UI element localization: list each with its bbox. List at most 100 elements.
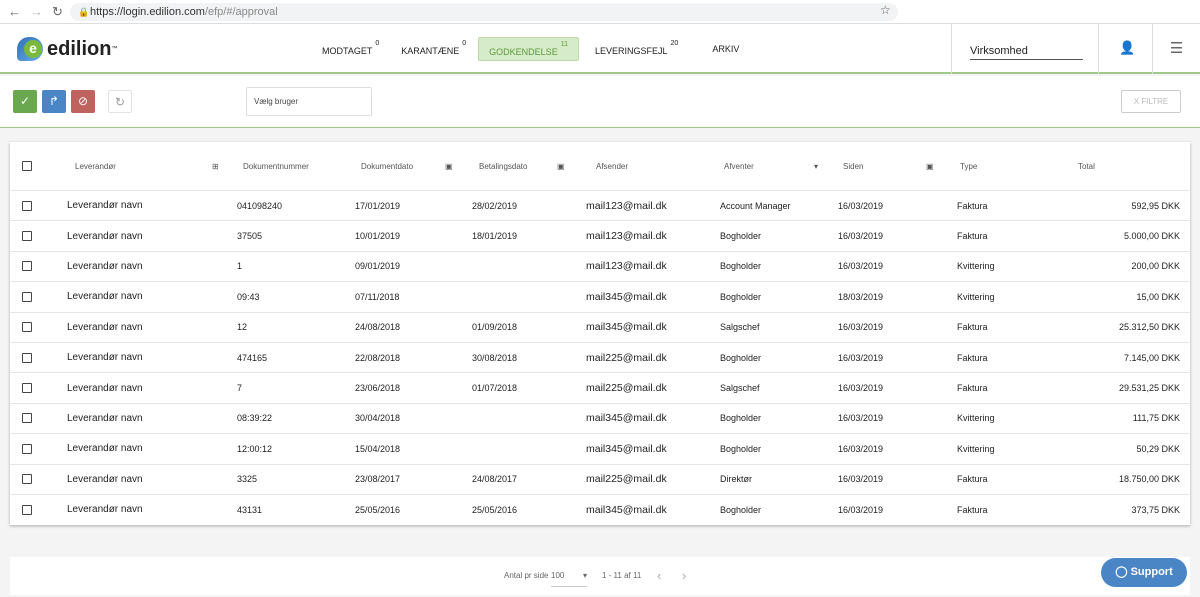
cell-bd: 01/07/2018 [472,383,518,394]
lock-icon: 🔒 [78,7,90,17]
cell-af: mail345@mail.dk [586,290,667,303]
row-checkbox[interactable] [22,261,32,272]
prev-page-icon[interactable]: ‹ [657,557,661,595]
company-select[interactable]: Virksomhed [951,24,1099,74]
col-dokumentdato[interactable]: Dokumentdato [361,142,413,190]
block-icon: ⊘ [77,94,89,108]
tab-leveringsfejl[interactable]: LEVERINGSFEJL20 [585,37,688,61]
row-checkbox[interactable] [22,383,32,394]
cell-bd: 30/08/2018 [472,352,518,363]
row-checkbox[interactable] [22,413,32,424]
table-row[interactable]: Leverandør navn 43131 25/05/2016 25/05/2016… [10,494,1190,524]
cell-to: 373,75 DKK [1131,504,1180,515]
cell-ty: Faktura [957,200,988,211]
select-all-checkbox[interactable] [22,161,32,171]
address-bar[interactable]: 🔒 https://login.edilion.com/efp/#/approva… [70,3,898,21]
table-row[interactable]: Leverandør navn 37505 10/01/2019 18/01/2019… [10,220,1190,250]
cell-af: mail345@mail.dk [586,503,667,516]
cell-dd: 07/11/2018 [355,291,400,302]
col-type[interactable]: Type [960,142,977,190]
calendar-icon[interactable]: ▣ [557,142,565,190]
cell-doc: 041098240 [237,200,283,211]
menu-icon[interactable]: ☰ [1152,24,1200,74]
back-icon[interactable]: ← [8,4,21,19]
row-checkbox[interactable] [22,443,32,454]
cell-ty: Faktura [957,504,988,515]
table-row[interactable]: Leverandør navn 12:00:12 15/04/2018 mail345… [10,433,1190,463]
cell-af: mail123@mail.dk [586,199,667,212]
col-dokumentnummer[interactable]: Dokumentnummer [243,142,309,190]
row-checkbox[interactable] [22,474,32,485]
table-row[interactable]: Leverandør navn 474165 22/08/2018 30/08/201… [10,342,1190,372]
next-page-icon[interactable]: › [682,557,686,595]
table-row[interactable]: Leverandør navn 08:39:22 30/04/2018 mail345… [10,402,1190,433]
cell-bd: 24/08/2017 [472,474,518,485]
cell-si: 18/03/2019 [838,291,884,302]
cell-to: 7.145,00 DKK [1123,352,1180,363]
bookmark-star-icon[interactable]: ☆ [880,3,891,17]
filter-icon[interactable]: ⊞ [212,142,219,190]
col-afventer[interactable]: Afventer [724,142,754,190]
row-checkbox[interactable] [22,200,32,211]
user-icon[interactable]: 👤 [1119,40,1135,56]
calendar-icon[interactable]: ▣ [926,142,934,190]
cell-doc: 474165 [237,352,268,363]
cell-doc: 12:00:12 [237,443,273,454]
tab-count: 20 [670,40,679,47]
cell-doc: 37505 [237,231,263,242]
table-row[interactable]: Leverandør navn 12 24/08/2018 01/09/2018 mai… [10,311,1190,342]
table-row[interactable]: Leverandør navn 3325 23/08/2017 24/08/2017 m… [10,463,1190,494]
cell-si: 16/03/2019 [838,261,884,272]
tab-modtaget[interactable]: MODTAGET0 [312,37,389,61]
tab-karantaene[interactable]: KARANTÆNE0 [391,37,476,61]
cell-si: 16/03/2019 [838,322,884,333]
cell-doc: 09:43 [237,291,260,302]
cell-si: 16/03/2019 [838,200,884,211]
cell-af: mail345@mail.dk [586,412,667,425]
cell-ty: Faktura [957,231,988,242]
reload-icon[interactable]: ↻ [52,4,63,20]
cell-doc: 1 [237,261,243,272]
cell-af: mail225@mail.dk [586,473,667,486]
logo[interactable]: e edilion ™ [17,37,117,61]
cell-dd: 24/08/2018 [355,322,401,333]
tab-godkendelse[interactable]: GODKENDELSE11 [478,37,579,61]
row-checkbox[interactable] [22,322,32,333]
col-total[interactable]: Total [1078,142,1095,190]
forward-icon[interactable]: → [30,4,43,19]
col-leverandor[interactable]: Leverandør [75,142,116,190]
cell-si: 16/03/2019 [838,413,884,424]
col-betalingsdato[interactable]: Betalingsdato [479,142,527,190]
row-checkbox[interactable] [22,504,32,515]
table-row[interactable]: Leverandør navn 7 23/06/2018 01/07/2018 mail… [10,372,1190,402]
cell-to: 50,29 DKK [1136,443,1180,454]
tab-arkiv[interactable]: ARKIV [702,37,749,61]
cell-dd: 30/04/2018 [355,413,401,424]
support-button[interactable]: ◯ Support [1101,558,1187,587]
approve-button[interactable]: ✓ [13,90,37,113]
clear-filter-button[interactable]: X FILTRE [1121,90,1181,113]
user-select[interactable]: Vælg bruger [246,87,372,116]
cell-to: 5.000,00 DKK [1123,231,1180,242]
table-row[interactable]: Leverandør navn 1 09/01/2019 mail123@mail.d… [10,250,1190,281]
cell-lev: Leverandør navn [67,230,143,242]
cell-to: 29.531,25 DKK [1118,383,1180,394]
col-siden[interactable]: Siden [843,142,863,190]
cell-av: Bogholder [720,443,762,454]
table-row[interactable]: Leverandør navn 09:43 07/11/2018 mail345@ma… [10,281,1190,311]
cell-lev: Leverandør navn [67,260,143,272]
reject-button[interactable]: ⊘ [71,90,95,113]
row-checkbox[interactable] [22,352,32,363]
cell-si: 16/03/2019 [838,443,884,454]
forward-button[interactable]: ↱ [42,90,66,113]
table-row[interactable]: Leverandør navn 041098240 17/01/2019 28/02/… [10,190,1190,220]
row-checkbox[interactable] [22,231,32,242]
per-page-select[interactable]: 100 ▾ [551,565,587,587]
refresh-button[interactable]: ↻ [108,90,132,113]
cell-to: 25.312,50 DKK [1118,322,1180,333]
col-afsender[interactable]: Afsender [596,142,628,190]
cell-af: mail123@mail.dk [586,230,667,243]
calendar-icon[interactable]: ▣ [445,142,453,190]
row-checkbox[interactable] [22,291,32,302]
dropdown-icon[interactable]: ▾ [814,142,818,190]
